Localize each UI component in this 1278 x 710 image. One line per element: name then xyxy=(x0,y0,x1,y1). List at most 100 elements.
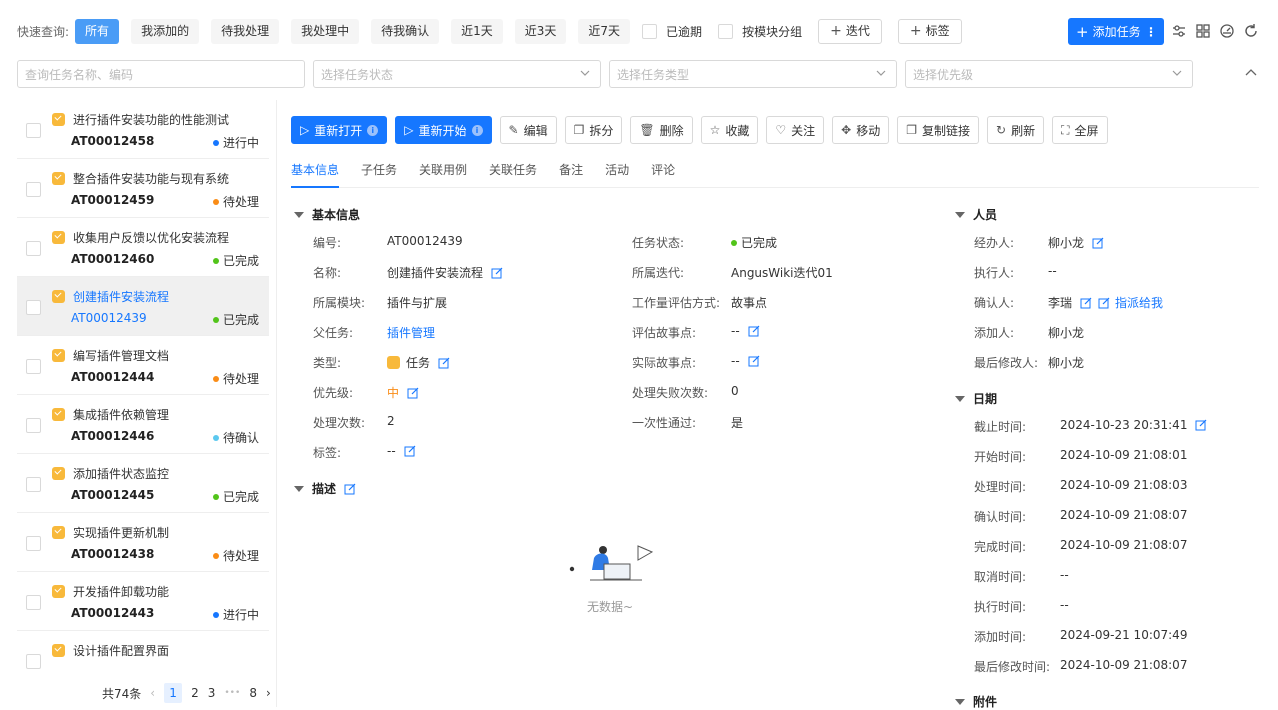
refresh-button[interactable]: ↻ 刷新 xyxy=(987,116,1045,144)
estimate-method-value: 故事点 xyxy=(731,296,768,310)
task-list-item[interactable]: 整合插件安装功能与现有系统 AT00012459 待处理 xyxy=(17,159,269,218)
parent-task-link[interactable]: 插件管理 xyxy=(387,324,435,341)
edit-icon[interactable] xyxy=(748,325,760,337)
checkbox-box[interactable] xyxy=(26,359,41,374)
modified-time-label: 最后修改时间: xyxy=(974,660,1051,674)
collapse-triangle-icon xyxy=(955,698,965,705)
attachments-section-header[interactable]: 附件 xyxy=(955,693,997,710)
fullscreen-button[interactable]: ⛶ 全屏 xyxy=(1052,116,1108,144)
task-list-item-selected[interactable]: 创建插件安装流程 AT00012439 已完成 xyxy=(17,277,269,336)
confirmer-label: 确认人: xyxy=(974,296,1015,310)
checkbox-box[interactable] xyxy=(26,477,41,492)
grid-view-icon[interactable] xyxy=(1194,22,1212,40)
edit-icon[interactable] xyxy=(748,355,760,367)
tab-comments[interactable]: 评论 xyxy=(651,161,675,188)
task-list-item[interactable]: 进行插件安装功能的性能测试 AT00012458 进行中 xyxy=(17,100,269,159)
favorite-button[interactable]: ☆ 收藏 xyxy=(700,116,759,144)
checkbox-box[interactable] xyxy=(26,241,41,256)
checkbox-box[interactable] xyxy=(26,654,41,669)
priority-select[interactable]: 选择优先级 xyxy=(905,60,1193,88)
basic-info-section-header[interactable]: 基本信息 xyxy=(294,206,360,223)
quick-1day-button[interactable]: 近1天 xyxy=(451,19,503,44)
tab-activity[interactable]: 活动 xyxy=(605,161,629,188)
dashboard-icon[interactable] xyxy=(1218,22,1236,40)
task-list-item[interactable]: 添加插件状态监控 AT00012445 已完成 xyxy=(17,454,269,513)
page-ellipsis[interactable]: ••• xyxy=(224,688,240,698)
refresh-icon[interactable] xyxy=(1242,22,1260,40)
quick-pending-button[interactable]: 待我处理 xyxy=(211,19,280,44)
sprint-filter-button[interactable]: + 迭代 xyxy=(818,19,882,44)
tab-subtasks[interactable]: 子任务 xyxy=(361,161,397,188)
restart-button[interactable]: ▷ 重新开始 i xyxy=(395,116,492,144)
description-section-header[interactable]: 描述 xyxy=(294,480,356,497)
people-section-header[interactable]: 人员 xyxy=(955,206,997,223)
task-list-item[interactable]: 设计插件配置界面 xyxy=(17,631,269,670)
checkbox-box[interactable] xyxy=(26,418,41,433)
module-label: 所属模块: xyxy=(313,296,366,310)
delete-button[interactable]: 🗑 删除 xyxy=(630,116,693,144)
prev-page-icon[interactable]: ‹ xyxy=(150,686,155,700)
copy-link-button[interactable]: ❐ 复制链接 xyxy=(897,116,980,144)
type-select[interactable]: 选择任务类型 xyxy=(609,60,897,88)
edit-icon[interactable] xyxy=(407,387,419,399)
edit-icon[interactable] xyxy=(404,445,416,457)
status-select[interactable]: 选择任务状态 xyxy=(313,60,601,88)
checkbox-box[interactable] xyxy=(26,595,41,610)
tab-related-cases[interactable]: 关联用例 xyxy=(419,161,467,188)
task-list-item[interactable]: 集成插件依赖管理 AT00012446 待确认 xyxy=(17,395,269,454)
quick-3day-button[interactable]: 近3天 xyxy=(514,19,567,44)
page-8[interactable]: 8 xyxy=(249,686,257,700)
overdue-checkbox[interactable]: 已逾期 xyxy=(642,23,702,40)
quick-my-added-button[interactable]: 我添加的 xyxy=(131,19,200,44)
checkbox-box[interactable] xyxy=(718,24,734,39)
edit-icon[interactable] xyxy=(491,267,503,279)
group-by-module-checkbox[interactable]: 按模块分组 xyxy=(718,23,802,40)
tab-basic-info[interactable]: 基本信息 xyxy=(291,161,340,188)
more-icon[interactable]: ⋮ xyxy=(1145,25,1157,39)
page-3[interactable]: 3 xyxy=(208,686,216,700)
dates-section-header[interactable]: 日期 xyxy=(955,390,997,407)
split-button[interactable]: ❐ 拆分 xyxy=(564,116,623,144)
checkbox-box[interactable] xyxy=(26,182,41,197)
checkbox-box[interactable] xyxy=(26,300,41,315)
tag-filter-button[interactable]: + 标签 xyxy=(897,19,962,44)
edit-icon[interactable] xyxy=(1080,297,1092,309)
priority-field: 中 xyxy=(387,384,419,401)
edit-icon[interactable] xyxy=(1195,419,1207,431)
settings-sliders-icon[interactable] xyxy=(1170,22,1188,40)
tab-related-tasks[interactable]: 关联任务 xyxy=(489,161,537,188)
sprint-value: AngusWiki迭代01 xyxy=(731,266,833,280)
edit-icon[interactable] xyxy=(344,483,356,495)
task-list-item[interactable]: 实现插件更新机制 AT00012438 待处理 xyxy=(17,513,269,572)
quick-in-progress-button[interactable]: 我处理中 xyxy=(291,19,360,44)
follow-button[interactable]: ♡ 关注 xyxy=(766,116,825,144)
edit-icon[interactable] xyxy=(438,357,450,369)
task-list-item[interactable]: 开发插件卸载功能 AT00012443 进行中 xyxy=(17,572,269,631)
star-icon: ☆ xyxy=(709,123,721,137)
edit-button[interactable]: ✎ 编辑 xyxy=(499,116,557,144)
confirm-time-value: 2024-10-09 21:08:07 xyxy=(1060,508,1188,522)
move-button[interactable]: ✥ 移动 xyxy=(832,116,890,144)
checkbox-box[interactable] xyxy=(26,536,41,551)
next-page-icon[interactable]: › xyxy=(266,686,271,700)
checkbox-box[interactable] xyxy=(26,123,41,138)
chevron-down-icon xyxy=(580,70,590,76)
quick-all-button[interactable]: 所有 xyxy=(75,19,120,44)
task-list-item[interactable]: 编写插件管理文档 AT00012444 待处理 xyxy=(17,336,269,395)
reopen-button[interactable]: ▷ 重新打开 i xyxy=(291,116,388,144)
restart-label: 重新开始 xyxy=(418,123,467,138)
page-2[interactable]: 2 xyxy=(191,686,199,700)
quick-7day-button[interactable]: 近7天 xyxy=(578,19,631,44)
tab-notes[interactable]: 备注 xyxy=(559,161,583,188)
edit-icon[interactable] xyxy=(1092,237,1104,249)
assign-to-me-link[interactable]: 指派给我 xyxy=(1115,294,1163,311)
deadline-field: 2024-10-23 20:31:41 xyxy=(1060,418,1207,432)
add-task-button[interactable]: + 添加任务 ⋮ xyxy=(1068,18,1164,45)
task-list-item[interactable]: 收集用户反馈以优化安装流程 AT00012460 已完成 xyxy=(17,218,269,277)
task-type-icon xyxy=(52,172,65,185)
page-1[interactable]: 1 xyxy=(164,683,183,703)
search-input[interactable]: 查询任务名称、编码 xyxy=(17,60,305,88)
checkbox-box[interactable] xyxy=(642,24,658,39)
chevron-up-icon[interactable] xyxy=(1244,66,1258,80)
quick-to-confirm-button[interactable]: 待我确认 xyxy=(371,19,440,44)
